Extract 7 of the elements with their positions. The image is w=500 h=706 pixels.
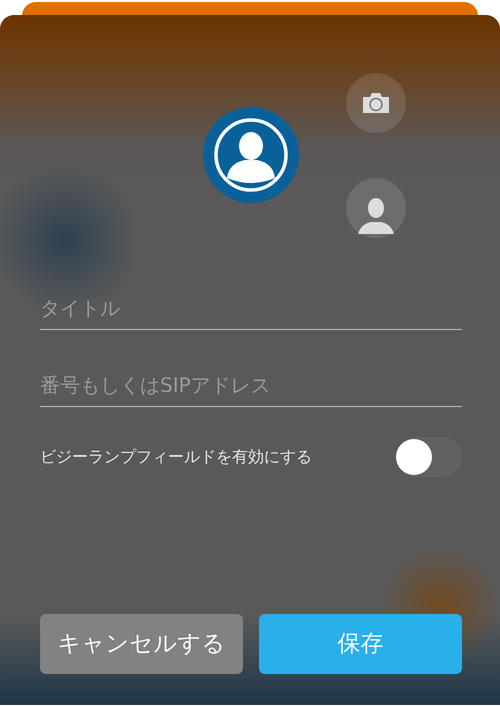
input-field[interactable]: 番号もしくはSIPアドレス (40, 362, 462, 407)
busy-lamp-label: ビジーランプフィールドを有効にする (40, 446, 312, 468)
input-field[interactable]: タイトル (40, 285, 462, 330)
toggle-switch[interactable] (396, 437, 462, 477)
camera-icon (361, 91, 391, 115)
cancel-button[interactable]: キャンセルする (40, 614, 243, 674)
save-button[interactable]: 保存 (259, 614, 462, 674)
